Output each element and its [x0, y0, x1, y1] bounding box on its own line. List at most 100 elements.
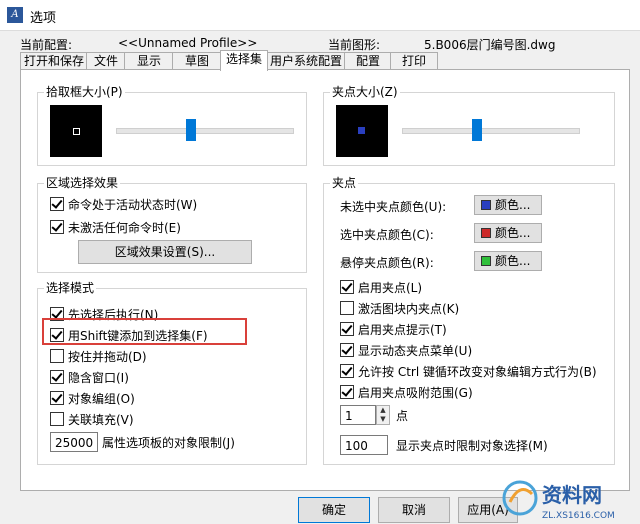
region-selection-title: 区域选择效果 [44, 176, 121, 190]
associative-hatch-checkbox[interactable]: 关联填充(V) [50, 411, 134, 427]
window-title: 选项 [30, 11, 57, 26]
pickbox-size-title: 拾取框大小(P) [44, 85, 125, 99]
region-effect-settings-button[interactable]: 区域效果设置(S)... [78, 240, 252, 264]
ok-button[interactable]: 确定 [298, 497, 370, 523]
region-no-command-checkbox[interactable]: 未激活任何命令时(E) [50, 219, 181, 235]
press-and-drag-checkbox[interactable]: 按住并拖动(D) [50, 348, 147, 364]
color-button-label: 颜色... [495, 198, 531, 212]
checkbox-label: 允许按 Ctrl 键循环改变对象编辑方式行为(B) [358, 364, 597, 379]
spin-down-icon[interactable]: ▼ [377, 415, 389, 424]
checkbox-box[interactable] [50, 220, 64, 234]
current-drawing-value: 5.B006层门编号图.dwg [424, 38, 556, 52]
enable-grips-in-blocks-checkbox[interactable]: 激活图块内夹点(K) [340, 300, 459, 316]
object-grouping-checkbox[interactable]: 对象编组(O) [50, 390, 135, 406]
checkbox-label: 启用夹点吸附范围(G) [358, 385, 473, 400]
checkbox-label: 启用夹点提示(T) [358, 322, 447, 337]
enable-grip-tips-checkbox[interactable]: 启用夹点提示(T) [340, 321, 447, 337]
checkbox-box[interactable] [50, 412, 64, 426]
current-profile-label: 当前配置: [20, 38, 73, 52]
checkbox-label: 按住并拖动(D) [68, 349, 147, 364]
grip-snap-range-unit: 点 [396, 409, 409, 423]
green-swatch-icon [481, 256, 491, 266]
color-button-label: 颜色... [495, 226, 531, 240]
checkbox-box[interactable] [50, 197, 64, 211]
checkbox-label: 关联填充(V) [68, 412, 134, 427]
grip-snap-range-spinner[interactable]: ▲ ▼ [376, 405, 390, 425]
hover-grip-color-label: 悬停夹点颜色(R): [340, 256, 434, 270]
selection-mode-title: 选择模式 [44, 281, 97, 295]
tab-profiles[interactable]: 配置 [344, 52, 392, 70]
current-profile-value: <<Unnamed Profile>> [118, 36, 258, 50]
checkbox-box[interactable] [340, 280, 354, 294]
checkbox-label: 激活图块内夹点(K) [358, 301, 460, 316]
implied-windowing-checkbox[interactable]: 隐含窗口(I) [50, 369, 129, 385]
checkbox-label: 未激活任何命令时(E) [68, 220, 181, 235]
grip-snap-range-checkbox[interactable]: 启用夹点吸附范围(G) [340, 384, 473, 400]
grip-snap-range-input[interactable]: 1 [340, 405, 376, 425]
checkbox-box[interactable] [50, 391, 64, 405]
unselected-grip-color-button[interactable]: 颜色... [474, 195, 542, 215]
grip-size-slider-track[interactable] [402, 128, 580, 134]
title-bar: A 选项 [0, 0, 640, 31]
blue-swatch-icon [481, 200, 491, 210]
checkbox-label: 命令处于活动状态时(W) [68, 197, 198, 212]
grip-object-limit-label: 显示夹点时限制对象选择(M) [396, 439, 548, 453]
tab-plot[interactable]: 打印 [390, 52, 438, 70]
checkbox-box[interactable] [340, 301, 354, 315]
tab-files[interactable]: 文件 [86, 52, 126, 70]
selection-tab-panel: 拾取框大小(P) 夹点大小(Z) 区域选择效果 命令处于活动状态时(W) 未激活… [20, 69, 630, 491]
color-button-label: 颜色... [495, 254, 531, 268]
pickbox-preview [50, 105, 102, 157]
selected-grip-color-button[interactable]: 颜色... [474, 223, 542, 243]
region-active-command-checkbox[interactable]: 命令处于活动状态时(W) [50, 196, 197, 212]
options-dialog: A 选项 当前配置: <<Unnamed Profile>> 当前图形: 5.B… [0, 0, 640, 524]
site-watermark: 资料网 ZL.XS1616.COM [498, 472, 640, 524]
checkbox-box[interactable] [340, 364, 354, 378]
enable-grips-checkbox[interactable]: 启用夹点(L) [340, 279, 422, 295]
region-selection-group: 区域选择效果 命令处于活动状态时(W) 未激活任何命令时(E) 区域效果设置(S… [37, 176, 307, 273]
checkbox-label: 显示动态夹点菜单(U) [358, 343, 473, 358]
watermark-url: ZL.XS1616.COM [542, 511, 615, 521]
checkbox-label: 对象编组(O) [68, 391, 135, 406]
pickbox-size-group: 拾取框大小(P) [37, 85, 307, 166]
grips-group: 夹点 未选中夹点颜色(U): 颜色... 选中夹点颜色(C): 颜色... 悬停… [323, 176, 615, 465]
selected-grip-color-label: 选中夹点颜色(C): [340, 228, 434, 242]
grip-size-title: 夹点大小(Z) [330, 85, 400, 99]
properties-object-limit-label: 属性选项板的对象限制(J) [102, 436, 235, 450]
autocad-app-icon: A [7, 7, 23, 23]
tab-user-preferences[interactable]: 用户系统配置 [266, 52, 346, 70]
grips-title: 夹点 [330, 176, 359, 190]
tab-display[interactable]: 显示 [124, 52, 174, 70]
tab-open-save[interactable]: 打开和保存 [20, 52, 88, 70]
cancel-button[interactable]: 取消 [378, 497, 450, 523]
checkbox-label: 隐含窗口(I) [68, 370, 129, 385]
grip-size-preview [336, 105, 388, 157]
unselected-grip-color-label: 未选中夹点颜色(U): [340, 200, 447, 214]
selection-mode-group: 选择模式 先选择后执行(N) 用Shift键添加到选择集(F) 按住并拖动(D)… [37, 281, 307, 465]
ctrl-cycling-checkbox[interactable]: 允许按 Ctrl 键循环改变对象编辑方式行为(B) [340, 363, 597, 379]
checkbox-box[interactable] [340, 343, 354, 357]
grip-square [358, 127, 365, 134]
checkbox-box[interactable] [340, 385, 354, 399]
tab-selection[interactable]: 选择集 [220, 50, 268, 71]
checkbox-box[interactable] [50, 370, 64, 384]
pickbox-slider-track[interactable] [116, 128, 294, 134]
highlight-annotation [42, 318, 247, 345]
current-drawing-label: 当前图形: [328, 38, 381, 52]
hover-grip-color-button[interactable]: 颜色... [474, 251, 542, 271]
red-swatch-icon [481, 228, 491, 238]
pickbox-slider-thumb[interactable] [185, 119, 196, 141]
checkbox-box[interactable] [50, 349, 64, 363]
pickbox-square [73, 128, 80, 135]
watermark-text: 资料网 [542, 483, 602, 507]
properties-object-limit-input[interactable]: 25000 [50, 432, 98, 452]
checkbox-label: 启用夹点(L) [358, 280, 423, 295]
checkbox-box[interactable] [340, 322, 354, 336]
watermark-logo-icon: 资料网 ZL.XS1616.COM [502, 480, 615, 521]
grip-object-limit-input[interactable]: 100 [340, 435, 388, 455]
grip-size-group: 夹点大小(Z) [323, 85, 615, 166]
dynamic-grip-menu-checkbox[interactable]: 显示动态夹点菜单(U) [340, 342, 472, 358]
grip-size-slider-thumb[interactable] [471, 119, 482, 141]
tab-drafting[interactable]: 草图 [172, 52, 222, 70]
spin-up-icon[interactable]: ▲ [377, 406, 389, 415]
